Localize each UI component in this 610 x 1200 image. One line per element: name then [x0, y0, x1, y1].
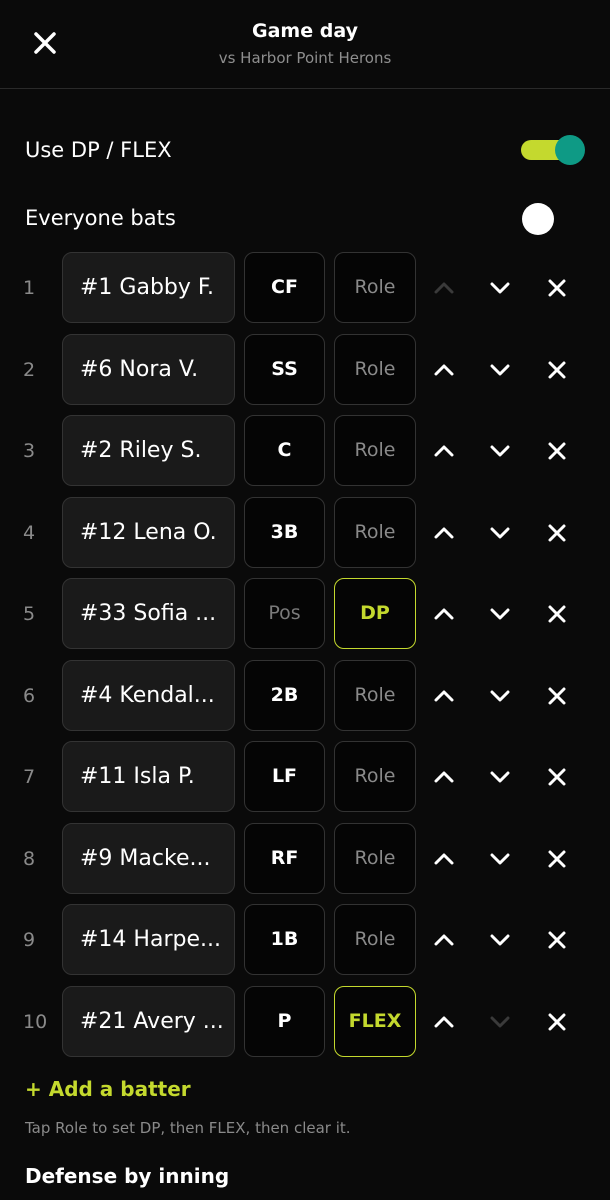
batting-order-number: 4 [23, 522, 36, 544]
move-up-icon[interactable] [431, 764, 457, 790]
role-button[interactable]: Role [334, 252, 416, 323]
move-down-icon[interactable] [487, 846, 513, 872]
dp-flex-label: Use DP / FLEX [25, 138, 172, 162]
move-down-icon[interactable] [487, 438, 513, 464]
lineup-row: 1 #1 Gabby F. CF Role [0, 251, 610, 323]
everyone-bats-setting: Everyone bats [25, 198, 585, 238]
batting-order-number: 1 [23, 277, 36, 299]
role-button[interactable]: Role [334, 741, 416, 812]
position-selector[interactable]: C [244, 415, 325, 486]
player-selector[interactable]: #9 Macke... [62, 823, 235, 894]
move-down-icon[interactable] [487, 275, 513, 301]
page-title: Game day [252, 20, 358, 42]
batting-order-number: 10 [23, 1011, 48, 1033]
position-selector[interactable]: Pos [244, 578, 325, 649]
lineup-row: 9 #14 Harpe... 1B Role [0, 903, 610, 975]
lineup-row: 5 #33 Sofia ... Pos DP [0, 577, 610, 649]
player-selector[interactable]: #14 Harpe... [62, 904, 235, 975]
add-batter-button[interactable]: + Add a batter [25, 1077, 191, 1101]
defense-section-title: Defense by inning [25, 1164, 230, 1188]
position-selector[interactable]: CF [244, 252, 325, 323]
position-selector[interactable]: 3B [244, 497, 325, 568]
player-selector[interactable]: #11 Isla P. [62, 741, 235, 812]
move-up-icon[interactable] [431, 927, 457, 953]
player-selector[interactable]: #33 Sofia ... [62, 578, 235, 649]
move-down-icon[interactable] [487, 683, 513, 709]
position-selector[interactable]: P [244, 986, 325, 1057]
player-selector[interactable]: #6 Nora V. [62, 334, 235, 405]
remove-batter-icon[interactable] [544, 683, 570, 709]
remove-batter-icon[interactable] [544, 601, 570, 627]
move-down-icon[interactable] [487, 357, 513, 383]
role-button[interactable]: Role [334, 415, 416, 486]
move-up-icon[interactable] [431, 520, 457, 546]
move-up-icon[interactable] [431, 846, 457, 872]
role-button[interactable]: Role [334, 904, 416, 975]
player-selector[interactable]: #2 Riley S. [62, 415, 235, 486]
player-selector[interactable]: #12 Lena O. [62, 497, 235, 568]
lineup-row: 6 #4 Kendal... 2B Role [0, 659, 610, 731]
lineup-row: 4 #12 Lena O. 3B Role [0, 496, 610, 568]
dp-flex-toggle[interactable] [521, 135, 585, 165]
role-button[interactable]: Role [334, 497, 416, 568]
move-down-icon[interactable] [487, 520, 513, 546]
player-selector[interactable]: #1 Gabby F. [62, 252, 235, 323]
remove-batter-icon[interactable] [544, 438, 570, 464]
move-up-icon[interactable] [431, 601, 457, 627]
move-up-icon[interactable] [431, 438, 457, 464]
batting-order-number: 2 [23, 359, 36, 381]
lineup-row: 2 #6 Nora V. SS Role [0, 333, 610, 405]
remove-batter-icon[interactable] [544, 1009, 570, 1035]
page-subtitle: vs Harbor Point Herons [218, 49, 392, 67]
remove-batter-icon[interactable] [544, 357, 570, 383]
role-button[interactable]: Role [334, 660, 416, 731]
lineup-row: 7 #11 Isla P. LF Role [0, 740, 610, 812]
lineup-row: 3 #2 Riley S. C Role [0, 414, 610, 486]
batting-order-number: 7 [23, 766, 36, 788]
role-button[interactable]: FLEX [334, 986, 416, 1057]
position-selector[interactable]: LF [244, 741, 325, 812]
move-up-icon[interactable] [431, 1009, 457, 1035]
remove-batter-icon[interactable] [544, 764, 570, 790]
batting-order-number: 3 [23, 440, 36, 462]
remove-batter-icon[interactable] [544, 520, 570, 546]
remove-batter-icon[interactable] [544, 927, 570, 953]
move-down-icon[interactable] [487, 927, 513, 953]
move-down-icon[interactable] [487, 601, 513, 627]
position-selector[interactable]: RF [244, 823, 325, 894]
player-selector[interactable]: #21 Avery ... [62, 986, 235, 1057]
position-selector[interactable]: SS [244, 334, 325, 405]
header: Game day vs Harbor Point Herons [0, 0, 610, 89]
role-button[interactable]: DP [334, 578, 416, 649]
move-up-icon[interactable] [431, 357, 457, 383]
move-up-icon[interactable] [431, 275, 457, 301]
role-button[interactable]: Role [334, 823, 416, 894]
lineup-row: 8 #9 Macke... RF Role [0, 822, 610, 894]
batting-order-number: 6 [23, 685, 36, 707]
everyone-bats-label: Everyone bats [25, 206, 176, 230]
move-down-icon[interactable] [487, 1009, 513, 1035]
lineup-row: 10 #21 Avery ... P FLEX [0, 985, 610, 1057]
move-down-icon[interactable] [487, 764, 513, 790]
role-button[interactable]: Role [334, 334, 416, 405]
batting-order-number: 9 [23, 929, 36, 951]
remove-batter-icon[interactable] [544, 275, 570, 301]
batting-order-number: 8 [23, 848, 36, 870]
dp-flex-setting: Use DP / FLEX [25, 130, 585, 170]
player-selector[interactable]: #4 Kendal... [62, 660, 235, 731]
role-hint: Tap Role to set DP, then FLEX, then clea… [25, 1119, 351, 1137]
remove-batter-icon[interactable] [544, 846, 570, 872]
position-selector[interactable]: 1B [244, 904, 325, 975]
toggle-knob [555, 135, 585, 165]
batting-order-number: 5 [23, 603, 36, 625]
everyone-bats-toggle[interactable] [522, 203, 554, 235]
position-selector[interactable]: 2B [244, 660, 325, 731]
move-up-icon[interactable] [431, 683, 457, 709]
